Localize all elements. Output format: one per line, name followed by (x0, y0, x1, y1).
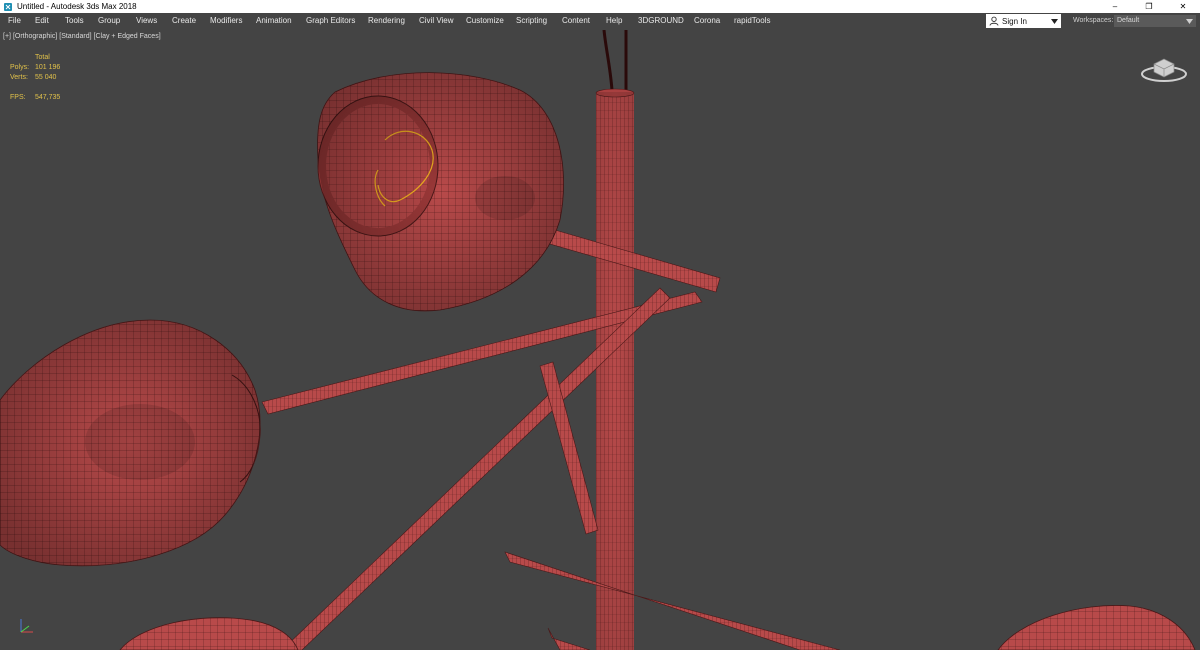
lamp-shade-bottom-right (997, 605, 1196, 650)
menu-tools[interactable]: Tools (65, 13, 84, 29)
viewport-point-of-view[interactable]: [Orthographic] (13, 33, 57, 40)
menu-help[interactable]: Help (606, 13, 622, 29)
polys-value: 101 196 (35, 64, 61, 71)
menu-content[interactable]: Content (562, 13, 590, 29)
title-bar: Untitled - Autodesk 3ds Max 2018 – ❐ ✕ (0, 0, 1200, 13)
menu-views[interactable]: Views (136, 13, 157, 29)
central-pole (595, 88, 635, 650)
maximize-button[interactable]: ❐ (1132, 0, 1166, 13)
menu-edit[interactable]: Edit (35, 13, 49, 29)
workspaces-select[interactable]: Default (1114, 15, 1196, 27)
caret-down-icon (1186, 17, 1193, 29)
menu-rendering[interactable]: Rendering (368, 13, 405, 29)
menu-bar: File Edit Tools Group Views Create Modif… (0, 13, 1200, 29)
menu-modifiers[interactable]: Modifiers (210, 13, 242, 29)
rods (261, 229, 841, 650)
caret-down-icon (1051, 17, 1058, 25)
verts-value: 55 040 (35, 74, 57, 81)
viewcube-icon[interactable] (1138, 52, 1190, 84)
menu-file[interactable]: File (8, 13, 21, 29)
viewport-shading-mode[interactable]: [Standard] (59, 33, 91, 40)
cable (602, 30, 614, 91)
axis-tripod-icon (16, 615, 38, 637)
viewport-label: [+] [Orthographic] [Standard] [Clay + Ed… (3, 33, 161, 40)
sign-in-label: Sign In (1002, 16, 1027, 26)
viewport-menu-plus[interactable]: [+] (3, 33, 11, 40)
3dsmax-icon (3, 2, 13, 12)
window-title: Untitled - Autodesk 3ds Max 2018 (17, 2, 137, 11)
menu-civil-view[interactable]: Civil View (419, 13, 454, 29)
lamp-shade-bottom-left (119, 617, 299, 650)
menu-scripting[interactable]: Scripting (516, 13, 547, 29)
viewport-perspective[interactable]: [+] [Orthographic] [Standard] [Clay + Ed… (0, 30, 1200, 650)
menu-animation[interactable]: Animation (256, 13, 292, 29)
minimize-button[interactable]: – (1098, 0, 1132, 13)
menu-3dground[interactable]: 3DGROUND (638, 13, 684, 29)
fps-value: 547,735 (35, 94, 61, 101)
user-icon (989, 16, 999, 26)
menu-group[interactable]: Group (98, 13, 120, 29)
stats-overlay: Total Polys: 101 196 Verts: 55 040 FPS: 547… (10, 53, 60, 103)
lamp-shade-upper (317, 72, 565, 312)
scene-mesh (0, 30, 1196, 650)
workspaces-value: Default (1117, 17, 1140, 24)
sign-in-dropdown[interactable]: Sign In (986, 14, 1061, 28)
polys-label: Polys: (10, 64, 30, 71)
close-button[interactable]: ✕ (1166, 0, 1200, 13)
menu-graph-editors[interactable]: Graph Editors (306, 13, 355, 29)
verts-label: Verts: (10, 74, 28, 81)
menu-customize[interactable]: Customize (466, 13, 504, 29)
stats-header: Total (35, 54, 50, 61)
workspaces-label: Workspaces: (1073, 17, 1114, 24)
fps-label: FPS: (10, 94, 26, 101)
lamp-shade-left (0, 319, 261, 567)
viewport-visual-style[interactable]: [Clay + Edged Faces] (94, 33, 161, 40)
menu-corona[interactable]: Corona (694, 13, 720, 29)
menu-rapidtools[interactable]: rapidTools (734, 13, 770, 29)
menu-create[interactable]: Create (172, 13, 196, 29)
